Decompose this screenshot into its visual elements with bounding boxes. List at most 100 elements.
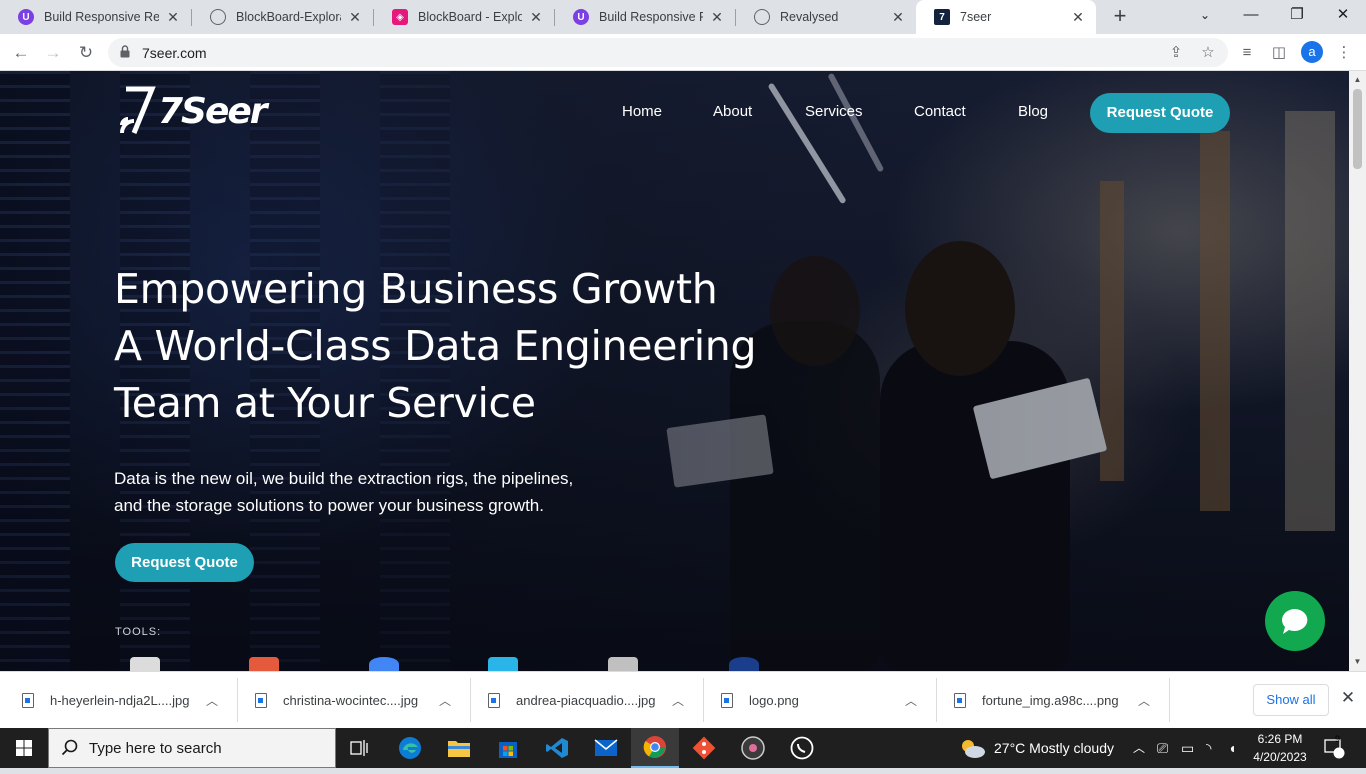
git-icon[interactable] (680, 728, 728, 768)
vscode-icon[interactable] (533, 728, 581, 768)
tab-7seer[interactable]: 7 7seer ✕ (916, 0, 1096, 34)
download-item[interactable]: logo.png ︿ (721, 672, 931, 729)
tab-search-icon[interactable]: ⌄ (1182, 0, 1228, 30)
tool-logo-icon (488, 657, 518, 671)
nav-contact[interactable]: Contact (914, 103, 966, 120)
download-item[interactable]: h-heyerlein-ndja2L....jpg ︿ (22, 672, 232, 729)
chevron-up-icon[interactable]: ︿ (905, 692, 917, 709)
restore-button[interactable]: ❐ (1274, 0, 1320, 30)
chevron-up-icon[interactable]: ︿ (1138, 692, 1150, 709)
close-icon[interactable]: ✕ (347, 9, 363, 26)
file-explorer-icon[interactable] (435, 728, 483, 768)
chevron-up-icon[interactable]: ︿ (672, 692, 684, 709)
scrollbar-thumb[interactable] (1353, 89, 1362, 169)
volume-icon[interactable]: ◖ (1228, 728, 1236, 768)
blockboard-icon: ◈ (392, 9, 408, 25)
scroll-up-arrow[interactable]: ▲ (1353, 75, 1362, 85)
tool-logo-icon (369, 657, 399, 671)
tools-label: TOOLS: (115, 626, 162, 638)
chevron-up-icon[interactable]: ︿ (439, 692, 451, 709)
weather-status[interactable]: 27°C Mostly cloudy (994, 728, 1114, 768)
share-icon[interactable]: ⇪ (1166, 43, 1186, 63)
edge-icon[interactable] (386, 728, 434, 768)
downloads-bar: h-heyerlein-ndja2L....jpg ︿ christina-wo… (0, 671, 1366, 728)
nav-blog[interactable]: Blog (1018, 103, 1048, 120)
chat-widget-button[interactable] (1265, 591, 1325, 651)
page-viewport: 7Seer Home About Services Contact Blog R… (0, 71, 1349, 671)
site-logo[interactable]: 7Seer (120, 85, 268, 137)
close-downloads-icon[interactable]: ✕ (1338, 688, 1358, 708)
image-file-icon (954, 693, 966, 708)
hero-title: Empowering Business Growth A World-Class… (114, 265, 757, 427)
tab-blockboard-explora[interactable]: BlockBoard-Explora ✕ (192, 0, 373, 34)
7seer-icon: 7 (934, 9, 950, 25)
show-all-downloads-button[interactable]: Show all (1253, 684, 1329, 716)
tab-revalysed[interactable]: Revalysed ✕ (736, 0, 916, 34)
url-text[interactable]: 7seer.com (142, 45, 207, 61)
header-request-quote-button[interactable]: Request Quote (1090, 93, 1230, 133)
lock-icon[interactable] (120, 45, 130, 58)
side-panel-icon[interactable]: ◫ (1268, 42, 1290, 64)
address-bar[interactable]: 7seer.com ⇪ ☆ (108, 38, 1228, 67)
chrome-icon[interactable] (631, 728, 679, 768)
tab-build-responsive-1[interactable]: U Build Responsive Real- ✕ (0, 0, 191, 34)
reading-list-icon[interactable]: ≡ (1236, 42, 1258, 64)
hero-request-quote-button[interactable]: Request Quote (115, 543, 254, 582)
nav-home[interactable]: Home (622, 103, 662, 120)
forward-button[interactable]: → (40, 40, 66, 66)
download-item[interactable]: andrea-piacquadio....jpg ︿ (488, 672, 698, 729)
wifi-icon[interactable]: ◝ (1206, 728, 1211, 768)
download-item[interactable]: christina-wocintec....jpg ︿ (255, 672, 465, 729)
task-view-icon[interactable] (336, 728, 384, 768)
image-file-icon (488, 693, 500, 708)
close-icon[interactable]: ✕ (1070, 9, 1086, 26)
new-tab-button[interactable]: + (1108, 5, 1132, 29)
chevron-up-icon[interactable]: ︿ (206, 692, 218, 709)
close-window-button[interactable]: ✕ (1320, 0, 1366, 30)
start-button[interactable] (0, 728, 48, 768)
mail-icon[interactable] (582, 728, 630, 768)
tool-logo-icon (729, 657, 759, 671)
system-clock[interactable]: 6:26 PM 4/20/2023 (1249, 730, 1311, 766)
search-icon (61, 739, 78, 756)
back-button[interactable]: ← (8, 40, 34, 66)
profile-avatar[interactable]: a (1301, 41, 1323, 63)
windows-logo-icon (16, 740, 32, 756)
browser-toolbar: ← → ↻ 7seer.com ⇪ ☆ ≡ ◫ a ⋮ (0, 34, 1366, 71)
tool-logo-icon (249, 657, 279, 671)
ublock-purple-icon: U (18, 9, 34, 25)
tab-blockboard-explorer[interactable]: ◈ BlockBoard - Explorer ✕ (374, 0, 554, 34)
more-menu-icon[interactable]: ⋮ (1333, 42, 1355, 64)
tab-build-responsive-2[interactable]: U Build Responsive Real- ✕ (555, 0, 735, 34)
battery-icon[interactable]: ▭ (1181, 728, 1194, 768)
ublock-purple-icon: U (573, 9, 589, 25)
bookmark-star-icon[interactable]: ☆ (1198, 43, 1218, 63)
close-icon[interactable]: ✕ (165, 9, 181, 26)
globe-icon (210, 9, 226, 25)
close-icon[interactable]: ✕ (709, 9, 725, 26)
windows-taskbar: Type here to search 27°C Mostly cloudy ︿… (0, 728, 1366, 768)
obs-icon[interactable] (729, 728, 777, 768)
whatsapp-icon[interactable] (778, 728, 826, 768)
notification-center-icon[interactable]: 9 (1323, 728, 1353, 768)
image-file-icon (22, 693, 34, 708)
taskbar-search-box[interactable]: Type here to search (48, 728, 336, 768)
close-icon[interactable]: ✕ (890, 9, 906, 26)
scroll-down-arrow[interactable]: ▼ (1353, 657, 1362, 667)
7seer-logo-icon (120, 86, 156, 134)
image-file-icon (255, 693, 267, 708)
browser-tab-strip: U Build Responsive Real- ✕ BlockBoard-Ex… (0, 0, 1366, 34)
nav-services[interactable]: Services (805, 103, 863, 120)
download-item[interactable]: fortune_img.a98c....png ︿ (954, 672, 1164, 729)
meet-now-icon[interactable]: ⎚ (1157, 728, 1168, 768)
reload-button[interactable]: ↻ (73, 40, 99, 66)
close-icon[interactable]: ✕ (528, 9, 544, 26)
store-icon[interactable] (484, 728, 532, 768)
minimize-button[interactable]: — (1228, 0, 1274, 30)
nav-about[interactable]: About (713, 103, 752, 120)
tool-logo-icon (608, 657, 638, 671)
chevron-up-icon[interactable]: ︿ (1133, 728, 1145, 768)
page-scrollbar[interactable]: ▲ ▼ (1349, 71, 1366, 671)
globe-icon (754, 9, 770, 25)
weather-icon[interactable] (958, 728, 988, 768)
